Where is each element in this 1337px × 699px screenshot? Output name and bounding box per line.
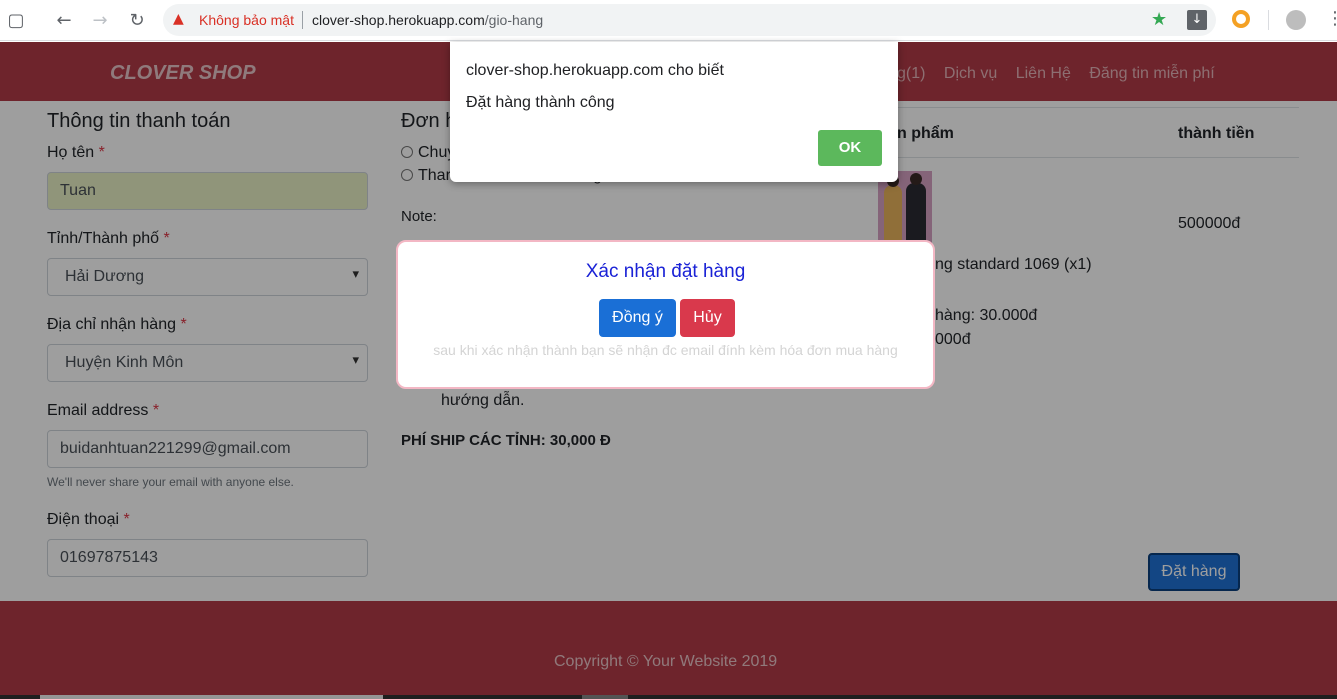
- profile-avatar[interactable]: [1286, 10, 1306, 30]
- menu-icon[interactable]: ⋮: [1326, 8, 1337, 29]
- url-text[interactable]: clover-shop.herokuapp.com/gio-hang: [312, 12, 543, 28]
- warning-triangle-icon: ▲: [173, 11, 184, 27]
- forward-icon[interactable]: →: [88, 9, 112, 33]
- download-icon[interactable]: ↓: [1187, 10, 1207, 30]
- confirm-title: Xác nhận đặt hàng: [585, 261, 746, 282]
- confirm-order-modal: Xác nhận đặt hàng Đồng ý Hủy sau khi xác…: [396, 240, 935, 389]
- alert-origin: clover-shop.herokuapp.com cho biết: [466, 62, 724, 79]
- alert-message: Đặt hàng thành công: [466, 94, 615, 111]
- divider: [302, 11, 303, 29]
- confirm-subtitle: sau khi xác nhận thành bạn sẽ nhận đc em…: [433, 342, 898, 358]
- confirm-cancel-button[interactable]: Hủy: [680, 299, 735, 337]
- tab-search-icon[interactable]: ▢: [4, 9, 28, 33]
- confirm-agree-button[interactable]: Đồng ý: [599, 299, 676, 337]
- divider: [1268, 10, 1269, 30]
- back-icon[interactable]: ←: [52, 9, 76, 33]
- star-icon[interactable]: ★: [1151, 9, 1167, 30]
- browser-toolbar: ▢ ← → ↻ ▲ Không bảo mật clover-shop.hero…: [0, 0, 1337, 41]
- security-label[interactable]: Không bảo mật: [199, 12, 294, 28]
- reload-icon[interactable]: ↻: [125, 9, 149, 33]
- address-bar[interactable]: ▲ Không bảo mật clover-shop.herokuapp.co…: [163, 4, 1216, 36]
- extension-icon[interactable]: [1232, 10, 1250, 28]
- alert-ok-button[interactable]: OK: [818, 130, 882, 166]
- browser-alert-dialog: clover-shop.herokuapp.com cho biết Đặt h…: [450, 42, 898, 182]
